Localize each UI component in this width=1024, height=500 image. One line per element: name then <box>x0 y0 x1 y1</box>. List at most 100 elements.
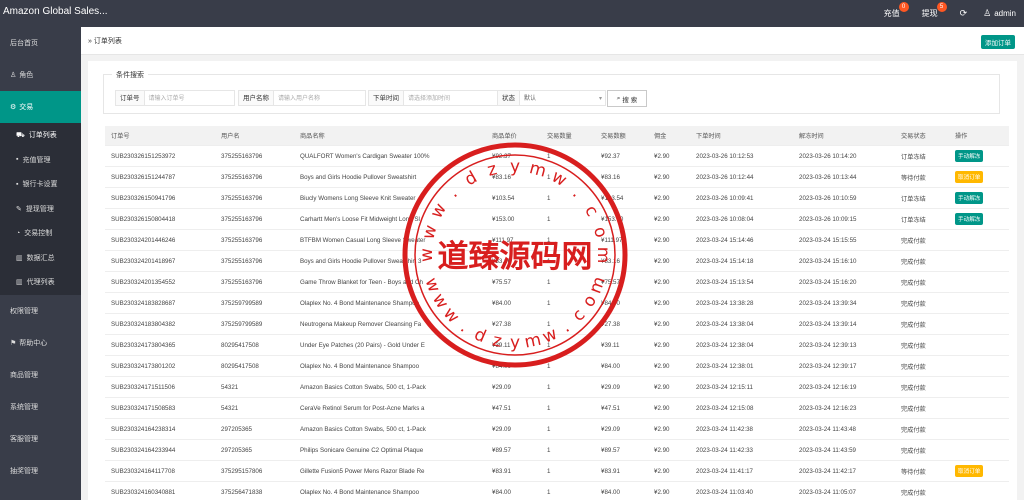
table-cell: ¥2.90 <box>654 194 670 202</box>
action-cell <box>955 335 1009 355</box>
order-no-input[interactable]: 请输入订单号 <box>144 90 235 106</box>
table-cell: ¥153.00 <box>492 215 515 223</box>
table-cell: Game Throw Blanket for Teen - Boys and C… <box>300 278 423 286</box>
cancel-order-button[interactable]: 取消订单 <box>955 465 984 477</box>
breadcrumb-current: 订单列表 <box>93 38 122 45</box>
card-icon: ▪ <box>16 180 19 188</box>
sidebar-subitem-agents[interactable]: ▥ 代理列表 <box>0 270 81 295</box>
table-cell: 2023-03-26 10:09:41 <box>696 194 754 202</box>
manual-unfreeze-button[interactable]: 手动解冻 <box>955 213 984 225</box>
table-cell: 2023-03-24 12:38:01 <box>696 362 754 370</box>
table-cell: SUB230326151253972 <box>111 152 176 160</box>
table-row: SUB230326151253972 375255163796 QUALFORT W… <box>105 146 1009 167</box>
table-row: SUB230324164117708 375295157806 Gillette F… <box>105 461 1009 482</box>
sidebar-subitem-bank[interactable]: ▪ 银行卡设置 <box>0 172 81 197</box>
action-cell <box>955 314 1009 334</box>
table-cell: SUB230324183828687 <box>111 299 176 307</box>
column-header: 操作 <box>955 133 968 140</box>
sidebar-subitem-label: 提现管理 <box>25 205 54 213</box>
recharge-link[interactable]: 充值 0 <box>883 2 909 19</box>
order-time-label: 下单时间 <box>368 90 404 106</box>
table-cell: Gillette Fusion5 Power Mens Razor Blade … <box>300 467 425 475</box>
table-cell: QUALFORT Women's Cardigan Sweater 100% <box>300 152 430 160</box>
table-cell: ¥2.90 <box>654 299 670 307</box>
table-cell: ¥2.90 <box>654 257 670 265</box>
table-cell: 2023-03-26 10:12:44 <box>696 173 754 181</box>
table-cell: 375295157806 <box>221 467 263 475</box>
cancel-order-button[interactable]: 取消订单 <box>955 171 984 183</box>
manual-unfreeze-button[interactable]: 手动解冻 <box>955 150 984 162</box>
sidebar-item-products[interactable]: 商品管理 <box>0 359 81 391</box>
sidebar-item-label: 帮助中心 <box>19 339 48 347</box>
bar-chart-icon: ▥ <box>16 279 23 287</box>
sidebar-subitem-label: 交易控制 <box>24 230 53 238</box>
table-cell: SUB230324160340881 <box>111 488 176 496</box>
sidebar-item-label: 商品管理 <box>10 371 38 379</box>
table-cell: 2023-03-24 12:16:19 <box>799 383 857 391</box>
action-cell: 手动解冻 <box>955 146 1009 166</box>
sidebar-item-system[interactable]: 系统管理 <box>0 391 81 423</box>
table-cell: 2023-03-24 11:43:59 <box>799 446 856 454</box>
action-cell: 取消订单 <box>955 461 1009 481</box>
withdraw-link[interactable]: 提现 5 <box>922 2 947 19</box>
username-input[interactable]: 请输入用户名称 <box>274 90 366 106</box>
table-row: SUB230324173804365 80295417508 Under Eye P… <box>105 335 1009 356</box>
table-cell: 1 <box>547 257 551 265</box>
table-cell: SUB230324171511506 <box>111 383 175 391</box>
table-cell: 1 <box>547 215 551 223</box>
table-cell: 2023-03-24 11:41:17 <box>696 467 753 475</box>
sidebar-item-permissions[interactable]: 权限管理 <box>0 295 81 327</box>
sidebar-subitem-trade-control[interactable]: ◔ 交易控制 <box>0 221 81 246</box>
order-no-field: 订单号 请输入订单号 <box>115 90 235 106</box>
table-header: 订单号 用户名 商品名称 商品单价 交易数量 交易数额 佣金 下单时间 解冻时间 交易状态 操作 <box>105 126 1009 146</box>
table-cell: ¥84.00 <box>601 362 620 370</box>
recharge-label: 充值 <box>883 9 900 18</box>
action-cell <box>955 293 1009 313</box>
table-cell: ¥39.11 <box>492 341 511 349</box>
breadcrumb-bar: » 订单列表 添加订单 <box>81 27 1024 55</box>
cart-icon: ⛟ <box>16 131 25 139</box>
sidebar-subitem-withdraw[interactable]: ✎ 提现管理 <box>0 196 81 221</box>
search-button[interactable]: ⌕ 搜 索 <box>607 90 647 107</box>
table-cell: Biucly Womens Long Sleeve Knit Sweater <box>300 194 416 202</box>
table-cell: SUB230324183804382 <box>111 320 176 328</box>
column-header: 下单时间 <box>696 133 721 140</box>
table-cell: 完成付款 <box>901 384 926 392</box>
table-row: SUB230324183804382 375259799589 Neutrogena… <box>105 314 1009 335</box>
refresh-button[interactable]: ⟳ <box>960 8 968 19</box>
sidebar-item-home[interactable]: 后台首页 <box>0 27 81 59</box>
table-cell: 375255163796 <box>221 194 263 202</box>
sidebar-item-trade[interactable]: ⚙ 交易 <box>0 91 81 123</box>
table-cell: 375256471838 <box>221 488 263 496</box>
table-cell: 完成付款 <box>901 237 926 245</box>
sidebar-subitem-order-list[interactable]: ⛟ 订单列表 <box>0 123 81 148</box>
action-cell: 手动解冻 <box>955 209 1009 229</box>
sidebar-subitem-summary[interactable]: ▥ 数据汇总 <box>0 245 81 270</box>
table-cell: SUB230324201446246 <box>111 236 176 244</box>
action-cell <box>955 356 1009 376</box>
table-cell: Amazon Basics Cotton Swabs, 500 ct, 1-Pa… <box>300 425 426 433</box>
table-cell: ¥103.54 <box>492 194 515 202</box>
add-order-button[interactable]: 添加订单 <box>981 35 1015 49</box>
table-cell: ¥75.57 <box>601 278 620 286</box>
order-no-label: 订单号 <box>115 90 145 106</box>
sidebar-item-lottery[interactable]: 抽奖管理 <box>0 455 81 487</box>
table-cell: 2023-03-24 15:16:20 <box>799 278 857 286</box>
chevron-right-icon: » <box>88 38 92 45</box>
order-time-input[interactable]: 请选择添加时间 <box>404 90 499 106</box>
sidebar-subitem-recharge[interactable]: ▪ 充值管理 <box>0 147 81 172</box>
table-row: SUB230324171508583 54321 CeraVe Retinol Se… <box>105 398 1009 419</box>
sidebar-item-role[interactable]: ♙ 角色 <box>0 59 81 91</box>
status-select[interactable]: 默认 ▾ <box>520 90 606 106</box>
manual-unfreeze-button[interactable]: 手动解冻 <box>955 192 984 204</box>
table-cell: 1 <box>547 236 551 244</box>
table-cell: 完成付款 <box>901 342 926 350</box>
table-cell: 1 <box>547 152 551 160</box>
user-menu[interactable]: ♙ admin <box>983 8 1016 19</box>
table-cell: SUB230324201354552 <box>111 278 176 286</box>
table-cell: SUB230326150804418 <box>111 215 176 223</box>
sidebar-item-support[interactable]: 客服管理 <box>0 423 81 455</box>
table-cell: 297205365 <box>221 446 252 454</box>
table-row: SUB230324160340881 375256471838 Olaplex No… <box>105 482 1009 500</box>
sidebar-item-help[interactable]: ⚑ 帮助中心 <box>0 327 81 359</box>
